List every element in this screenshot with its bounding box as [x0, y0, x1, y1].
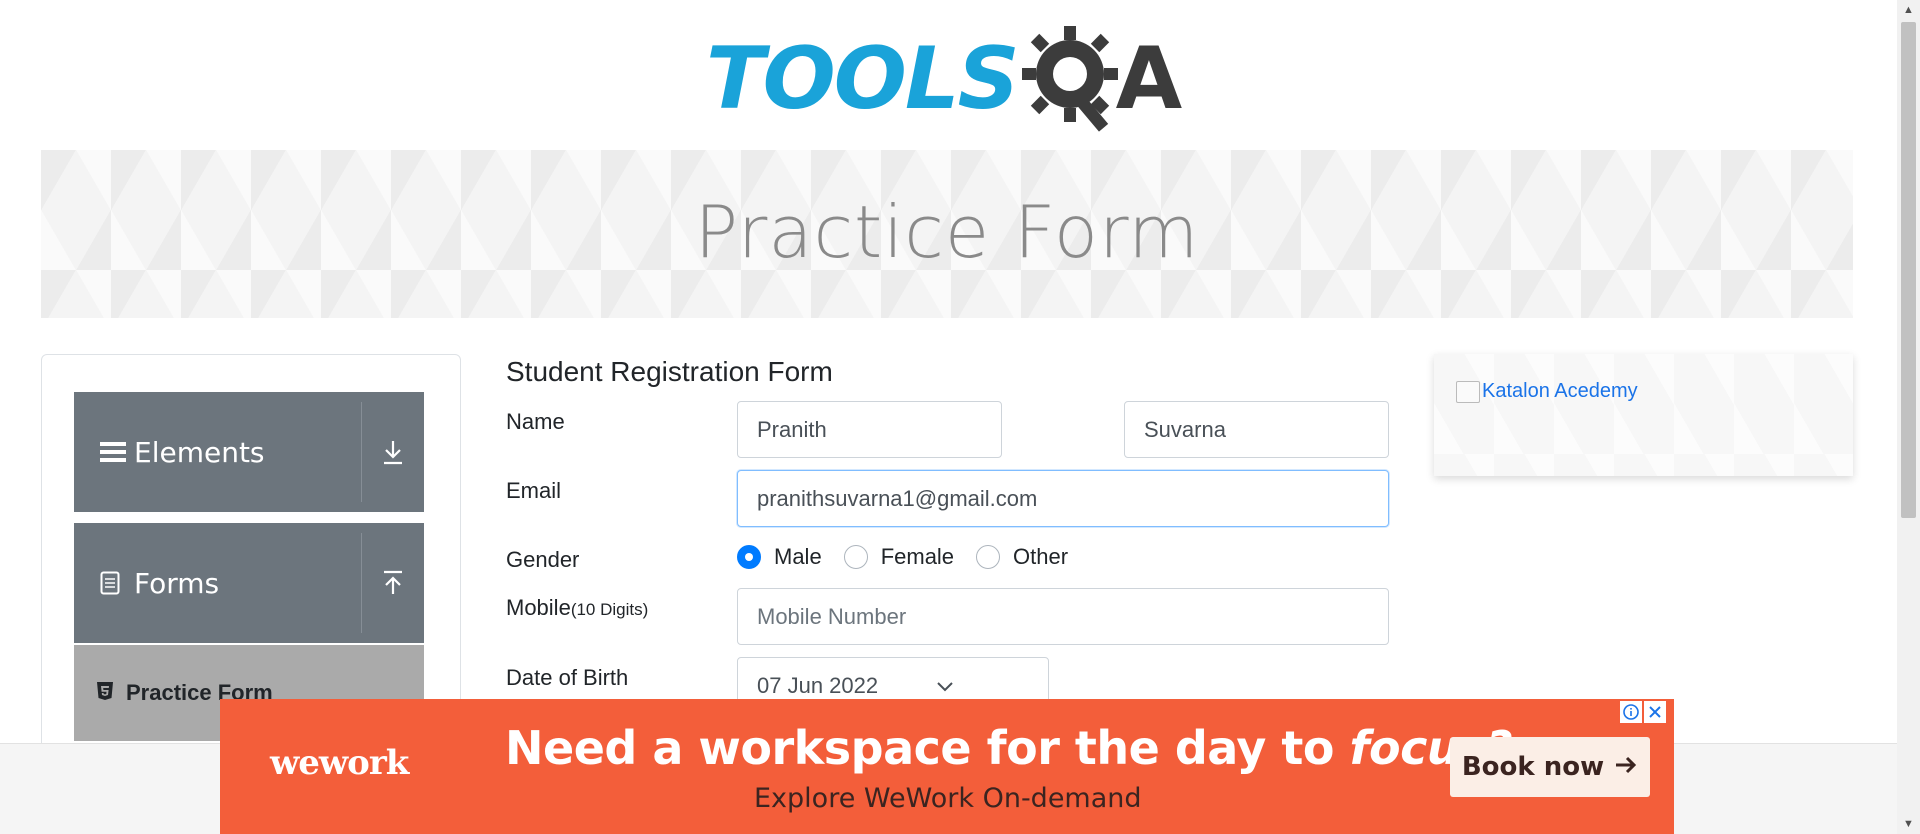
- scrollbar-thumb[interactable]: [1901, 22, 1916, 518]
- close-icon[interactable]: [1644, 701, 1666, 723]
- toolsqa-logo[interactable]: TOOLS A: [706, 22, 1194, 136]
- broken-image-icon: [1456, 380, 1480, 403]
- ad-headline-main: Need a workspace for the day to: [505, 721, 1350, 775]
- arrow-right-icon: [1614, 752, 1638, 782]
- radio-indicator[interactable]: [976, 545, 1001, 569]
- hamburger-icon: [100, 440, 126, 464]
- divider: [361, 533, 362, 633]
- first-name-input[interactable]: Pranith: [737, 401, 1002, 458]
- gender-radio-female[interactable]: Female: [843, 544, 954, 570]
- book-now-button[interactable]: Book now: [1450, 737, 1650, 797]
- gender-radio-group: Male Female Other: [737, 544, 1090, 570]
- logo-gear-q: A: [1021, 24, 1183, 134]
- email-input[interactable]: pranithsuvarna1@gmail.com: [737, 470, 1389, 527]
- gear-icon: [1021, 26, 1118, 132]
- scroll-down-icon[interactable]: ▼: [1897, 814, 1920, 834]
- document-icon: [100, 571, 126, 595]
- mobile-number-input[interactable]: Mobile Number: [737, 588, 1389, 645]
- vertical-scrollbar[interactable]: ▲ ▼: [1897, 0, 1920, 834]
- html5-icon: [96, 681, 116, 706]
- radio-indicator[interactable]: [737, 545, 761, 569]
- radio-label[interactable]: Male: [774, 544, 822, 570]
- chevron-down-icon[interactable]: [936, 673, 954, 699]
- gender-radio-other[interactable]: Other: [976, 544, 1068, 570]
- download-arrow-icon[interactable]: [362, 392, 424, 512]
- page-title: Practice Form: [694, 190, 1200, 274]
- scroll-up-icon[interactable]: ▲: [1897, 0, 1920, 20]
- divider: [361, 402, 362, 502]
- radio-label[interactable]: Female: [881, 544, 954, 570]
- name-label: Name: [506, 409, 565, 434]
- radio-indicator[interactable]: [843, 545, 868, 569]
- book-now-label: Book now: [1461, 752, 1605, 782]
- sidebar-group-forms[interactable]: Forms: [74, 523, 424, 643]
- email-label: Email: [506, 478, 562, 503]
- ad-headline: Need a workspace for the day to focus?: [505, 721, 1513, 775]
- ad-subheadline: Explore WeWork On-demand: [754, 783, 1142, 814]
- sidebar-group-label: Elements: [134, 435, 265, 469]
- sidebar-group-label: Forms: [134, 566, 220, 600]
- mobile-label-text: Mobile: [506, 595, 571, 620]
- page-banner: Practice Form: [41, 150, 1853, 318]
- katalon-ad[interactable]: Katalon Acedemy: [1434, 354, 1853, 476]
- last-name-input[interactable]: Suvarna: [1124, 401, 1389, 458]
- broken-image-link[interactable]: Katalon Acedemy: [1456, 380, 1638, 403]
- info-icon[interactable]: [1620, 701, 1642, 723]
- date-of-birth-value: 07 Jun 2022: [757, 672, 879, 698]
- ad-controls: [1620, 701, 1666, 723]
- dob-label: Date of Birth: [506, 665, 629, 690]
- form-title: Student Registration Form: [506, 356, 833, 387]
- upload-arrow-icon[interactable]: [362, 523, 424, 643]
- mobile-hint: (10 Digits): [570, 600, 649, 619]
- mobile-label: Mobile(10 Digits): [506, 595, 648, 621]
- wework-logo: wework: [270, 743, 409, 783]
- gender-label: Gender: [506, 547, 580, 572]
- radio-label[interactable]: Other: [1013, 544, 1068, 570]
- image-alt-text[interactable]: Katalon Acedemy: [1482, 380, 1638, 403]
- gender-radio-male[interactable]: Male: [737, 544, 822, 570]
- sidebar-group-elements[interactable]: Elements: [74, 392, 424, 512]
- wework-ad-banner[interactable]: wework Need a workspace for the day to f…: [220, 699, 1674, 834]
- logo-text-tools: TOOLS: [706, 29, 1020, 129]
- left-sidebar: Elements Forms Practice Form: [41, 354, 461, 754]
- logo-text-a: A: [1115, 29, 1183, 129]
